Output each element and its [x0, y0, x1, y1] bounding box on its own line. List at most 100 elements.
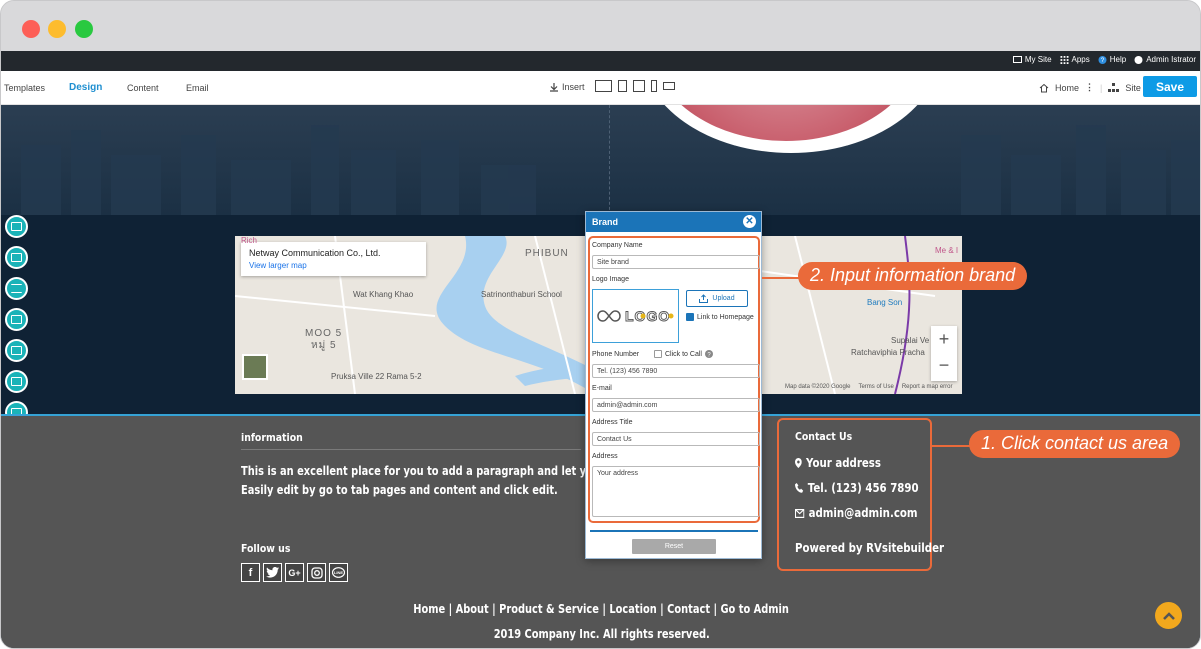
map-label: Me & I [935, 246, 959, 255]
company-name-field[interactable]: Site brand [592, 255, 760, 269]
facebook-icon[interactable]: f [241, 563, 260, 582]
close-icon[interactable]: ✕ [743, 215, 756, 228]
view-larger-map-link[interactable]: View larger map [249, 261, 418, 270]
insert-button[interactable]: Insert [549, 82, 585, 92]
user-menu[interactable]: Admin Istrator [1134, 55, 1196, 64]
help-icon[interactable]: ? [704, 350, 713, 358]
line-icon[interactable]: LINE [329, 563, 348, 582]
home-page-selector[interactable]: Home [1055, 83, 1079, 93]
phone-number-field[interactable]: Tel. (123) 456 7890 [592, 364, 760, 378]
upload-button[interactable]: Upload [686, 290, 748, 307]
callout-connector-1 [932, 445, 972, 447]
apps-link[interactable]: Apps [1060, 55, 1090, 64]
upload-icon [699, 294, 709, 303]
link-to-homepage-option[interactable]: Link to Homepage [686, 313, 754, 321]
title-bar [1, 1, 1200, 51]
address-title-field[interactable]: Contact Us [592, 432, 760, 446]
avatar-icon [1134, 55, 1143, 64]
tablet-landscape-view-icon[interactable] [633, 80, 645, 92]
twitter-icon[interactable] [263, 563, 282, 582]
google-plus-icon[interactable]: G+ [285, 563, 304, 582]
map-label: Satrinonthaburi School [481, 290, 562, 299]
tablet-view-icon[interactable] [618, 80, 627, 92]
zoom-out-button[interactable]: − [931, 352, 957, 378]
footer-info-text: This is an excellent place for you to ad… [241, 462, 666, 500]
logo-image-label: Logo Image [592, 276, 629, 283]
click-to-call-checkbox[interactable] [654, 350, 662, 358]
grid-section-icon[interactable] [5, 339, 28, 362]
section-tools [5, 215, 28, 424]
tab-design[interactable]: Design [69, 82, 102, 93]
city-skyline-image [21, 125, 1200, 215]
contact-email: admin@admin.com [795, 506, 918, 520]
link-to-homepage-label: Link to Homepage [697, 313, 754, 321]
my-site-link[interactable]: My Site [1012, 55, 1052, 64]
zoom-in-button[interactable]: + [931, 326, 957, 352]
tab-templates[interactable]: Templates [4, 83, 45, 93]
map-company-name: Netway Communication Co., Ltd. [249, 248, 381, 258]
close-window-button[interactable] [22, 20, 40, 38]
minimize-window-button[interactable] [48, 20, 66, 38]
scroll-to-top-button[interactable] [1155, 602, 1182, 629]
toolbar-divider: | [1100, 82, 1103, 93]
instagram-icon[interactable] [307, 563, 326, 582]
more-vertical-icon[interactable]: ⋮ [1085, 82, 1094, 93]
callout-connector-2 [762, 277, 800, 279]
grid-icon [1060, 55, 1069, 64]
contact-email-text: admin@admin.com [808, 506, 918, 520]
admin-bar: My Site Apps ? Help Admin Istrator [1, 51, 1200, 71]
map-attribution: Map data ©2020 Google Terms of Use Repor… [785, 384, 953, 390]
save-button[interactable]: Save [1143, 76, 1197, 97]
page-controls: Home ⋮ | Site [1039, 82, 1141, 93]
address-label: Address [592, 453, 618, 460]
site-menu[interactable]: Site [1125, 83, 1141, 93]
address-textarea[interactable]: Your address [592, 466, 760, 517]
image-section-icon[interactable] [5, 308, 28, 331]
footer-menu[interactable]: Home | About | Product & Service | Locat… [1, 602, 1200, 616]
map-label: Supalai Ve [891, 336, 930, 345]
section-layout-icon[interactable] [5, 246, 28, 269]
section-header-icon[interactable] [5, 215, 28, 238]
phone-icon [795, 483, 804, 493]
address-title-label: Address Title [592, 419, 633, 426]
hero-section[interactable] [1, 105, 1200, 215]
device-switcher [595, 80, 675, 92]
click-to-call-option[interactable]: Click to Call ? [654, 350, 713, 358]
footer-menu-links[interactable]: Home | About | Product & Service | Locat… [414, 602, 790, 616]
map-label: Bang Son [867, 298, 903, 307]
home-icon [1039, 83, 1049, 92]
link-to-homepage-checkbox[interactable] [686, 313, 694, 321]
content-section-icon[interactable] [5, 370, 28, 393]
map-terms-link[interactable]: Terms of Use [858, 384, 893, 390]
center-guide-line [609, 105, 610, 215]
sitemap-icon [1108, 82, 1120, 92]
svg-text:LINE: LINE [334, 570, 343, 575]
logo-preview: LOGO [592, 289, 679, 343]
tab-content[interactable]: Content [127, 83, 159, 93]
email-field[interactable]: admin@admin.com [592, 398, 760, 412]
upload-label: Upload [712, 295, 735, 302]
help-link[interactable]: ? Help [1098, 55, 1126, 64]
brand-dialog: Brand ✕ Company Name Site brand Logo Ima… [585, 211, 762, 559]
footer-info-title: information [241, 431, 303, 444]
maximize-window-button[interactable] [75, 20, 93, 38]
mobile-view-icon[interactable] [651, 80, 657, 92]
map-label: Pruksa Ville 22 Rama 5-2 [331, 372, 422, 381]
desktop-view-icon[interactable] [595, 80, 612, 92]
map-label: Ratchaviphia Pracha [851, 348, 925, 357]
phone-number-label: Phone Number [592, 351, 640, 358]
menu-icon[interactable] [5, 277, 28, 300]
footer-info-line: Easily edit by go to tab pages and conte… [241, 483, 558, 497]
satellite-toggle[interactable] [242, 354, 268, 380]
envelope-icon [795, 508, 805, 518]
map-report-link[interactable]: Report a map error [902, 384, 953, 390]
mobile-landscape-view-icon[interactable] [663, 82, 675, 90]
reset-button[interactable]: Reset [632, 539, 716, 554]
company-name-label: Company Name [592, 242, 643, 249]
map-pin-icon [795, 458, 802, 468]
callout-input-brand: 2. Input information brand [798, 262, 1028, 290]
email-label: E-mail [592, 385, 612, 392]
tab-email[interactable]: Email [186, 83, 209, 93]
contact-address: Your address [795, 456, 881, 470]
contact-us-area[interactable]: Contact Us Your address Tel. (123) 456 7… [777, 418, 944, 571]
